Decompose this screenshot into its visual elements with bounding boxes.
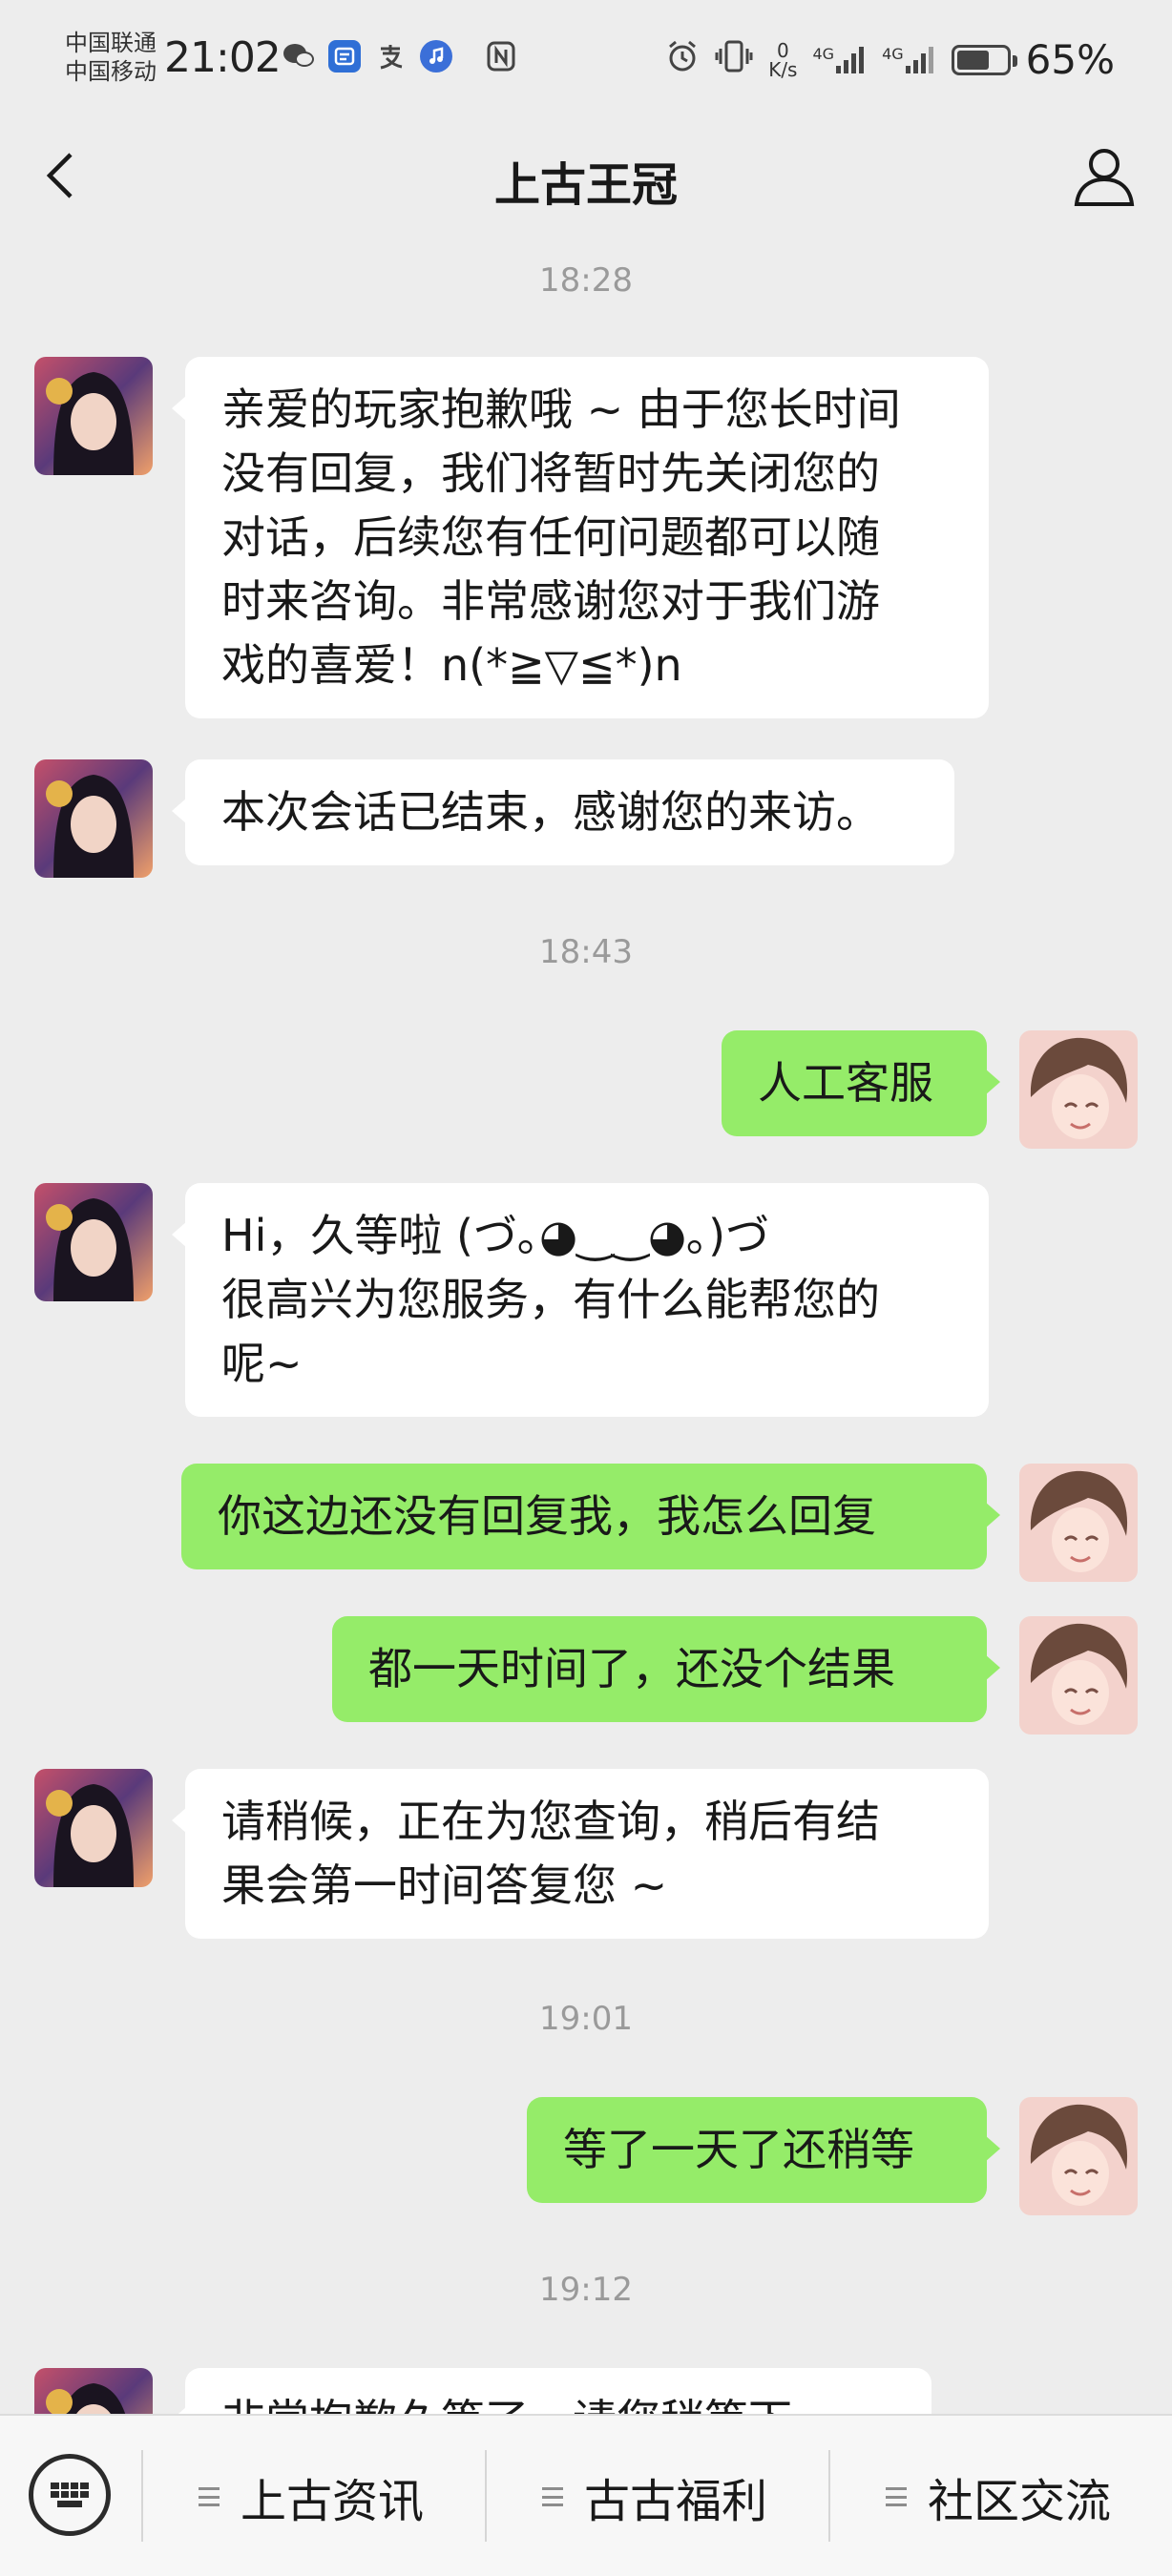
- message-line: 非常抱歉久等了，请您稍等下: [221, 2389, 895, 2414]
- message-line: 人工客服: [758, 1057, 933, 1109]
- timestamp: 19:12: [539, 2271, 633, 2309]
- agent-avatar[interactable]: [34, 1183, 153, 1301]
- user-avatar[interactable]: [1019, 1030, 1138, 1149]
- agent-avatar[interactable]: [34, 2368, 153, 2414]
- message-bubble-incoming[interactable]: 非常抱歉久等了，请您稍等下: [172, 2368, 931, 2414]
- timestamp: 18:28: [539, 261, 633, 300]
- alipay-icon: [374, 40, 407, 73]
- user-avatar[interactable]: [1019, 1464, 1138, 1582]
- signal-bars-icon: [905, 46, 933, 73]
- battery-icon: [951, 44, 1017, 75]
- system-indicators: 0 K/s 4G 4G 65%: [665, 36, 1115, 83]
- chat-header: 上古王冠: [0, 124, 1172, 229]
- chat-title: 上古王冠: [493, 158, 678, 212]
- person-icon: [1074, 149, 1135, 206]
- status-time: 21:02: [164, 33, 282, 82]
- signal-1-type: 4G: [812, 44, 835, 63]
- menu-lines-icon: [886, 2487, 907, 2506]
- message-line: 时来咨询。非常感谢您对于我们游: [221, 575, 880, 627]
- signal-1: 4G: [812, 45, 867, 75]
- signal-bars-icon: [836, 46, 865, 73]
- menu-item-community[interactable]: 社区交流: [886, 2462, 1111, 2532]
- network-speed: 0 K/s: [768, 41, 797, 79]
- bottom-menu-bar: 上古资讯 古古福利 社区交流: [0, 2414, 1172, 2576]
- profile-button[interactable]: [1071, 143, 1138, 210]
- music-app-icon: [420, 40, 452, 73]
- message-line: 很高兴为您服务，有什么能帮您的: [221, 1274, 880, 1325]
- message-line: 对话，后续您有任何问题都可以随: [221, 511, 880, 563]
- keyboard-toggle-button[interactable]: [29, 2454, 111, 2536]
- chat-messages[interactable]: 18:28 亲爱的玩家抱歉哦 ~ 由于您长时间 没有回复，我们将暂时先关闭您的 …: [0, 229, 1172, 2414]
- wechat-icon: [283, 40, 315, 73]
- menu-item-welfare[interactable]: 古古福利: [542, 2462, 767, 2532]
- message-bubble-outgoing[interactable]: 等了一天了还稍等: [527, 2097, 1000, 2203]
- message-line: 都一天时间了，还没个结果: [368, 1643, 895, 1694]
- menu-divider: [485, 2450, 487, 2542]
- keyboard-icon: [51, 2483, 89, 2507]
- menu-lines-icon: [542, 2487, 563, 2506]
- message-line: 果会第一时间答复您 ~: [221, 1859, 668, 1911]
- notification-icons: [283, 40, 517, 73]
- agent-avatar[interactable]: [34, 357, 153, 475]
- menu-divider: [828, 2450, 830, 2542]
- message-line: 你这边还没有回复我，我怎么回复: [218, 1490, 876, 1542]
- signal-2: 4G: [882, 45, 936, 75]
- message-bubble-outgoing[interactable]: 都一天时间了，还没个结果: [332, 1616, 1000, 1722]
- menu-item-news[interactable]: 上古资讯: [199, 2462, 424, 2532]
- message-line: Hi，久等啦 (づ｡◕‿‿◕｡)づ: [221, 1210, 770, 1261]
- menu-item-label: 古古福利: [584, 2475, 768, 2528]
- agent-avatar[interactable]: [34, 759, 153, 878]
- user-avatar[interactable]: [1019, 1616, 1138, 1735]
- carrier-1: 中国联通: [65, 30, 157, 56]
- message-line: 呢~: [221, 1338, 303, 1389]
- net-speed-value: 0: [776, 38, 789, 62]
- message-line: 没有回复，我们将暂时先关闭您的: [221, 447, 880, 499]
- message-bubble-outgoing[interactable]: 人工客服: [722, 1030, 1000, 1136]
- message-bubble-outgoing[interactable]: 你这边还没有回复我，我怎么回复: [181, 1464, 1000, 1569]
- menu-item-label: 社区交流: [928, 2475, 1112, 2528]
- battery-percent: 65%: [1025, 36, 1115, 83]
- menu-lines-icon: [199, 2487, 220, 2506]
- message-bubble-incoming[interactable]: Hi，久等啦 (づ｡◕‿‿◕｡)づ 很高兴为您服务，有什么能帮您的 呢~: [172, 1183, 989, 1417]
- nfc-icon: [485, 40, 517, 73]
- message-line: 亲爱的玩家抱歉哦 ~ 由于您长时间: [221, 384, 901, 435]
- message-bubble-incoming[interactable]: 亲爱的玩家抱歉哦 ~ 由于您长时间 没有回复，我们将暂时先关闭您的 对话，后续您…: [172, 357, 989, 718]
- net-speed-unit: K/s: [768, 57, 798, 81]
- timestamp: 18:43: [539, 933, 633, 971]
- message-line: 本次会话已结束，感谢您的来访。: [221, 786, 880, 838]
- menu-divider: [141, 2450, 143, 2542]
- signal-2-type: 4G: [882, 44, 904, 63]
- research-app-icon: [328, 40, 361, 73]
- status-bar: 中国联通 中国移动 21:02 0 K/s 4G 4G 65%: [0, 0, 1172, 124]
- user-avatar[interactable]: [1019, 2097, 1138, 2215]
- agent-avatar[interactable]: [34, 1769, 153, 1887]
- message-line: 戏的喜爱！n(*≧▽≦*)n: [221, 639, 682, 691]
- carrier-info: 中国联通 中国移动: [65, 29, 157, 86]
- message-bubble-incoming[interactable]: 本次会话已结束，感谢您的来访。: [172, 759, 954, 865]
- message-line: 请稍候，正在为您查询，稍后有结: [221, 1796, 880, 1847]
- message-line: 等了一天了还稍等: [563, 2124, 914, 2175]
- alarm-icon: [665, 39, 700, 80]
- message-bubble-incoming[interactable]: 请稍候，正在为您查询，稍后有结 果会第一时间答复您 ~: [172, 1769, 989, 1939]
- timestamp: 19:01: [539, 2000, 633, 2038]
- menu-item-label: 上古资讯: [241, 2475, 425, 2528]
- vibrate-icon: [715, 39, 753, 80]
- carrier-2: 中国移动: [65, 58, 157, 85]
